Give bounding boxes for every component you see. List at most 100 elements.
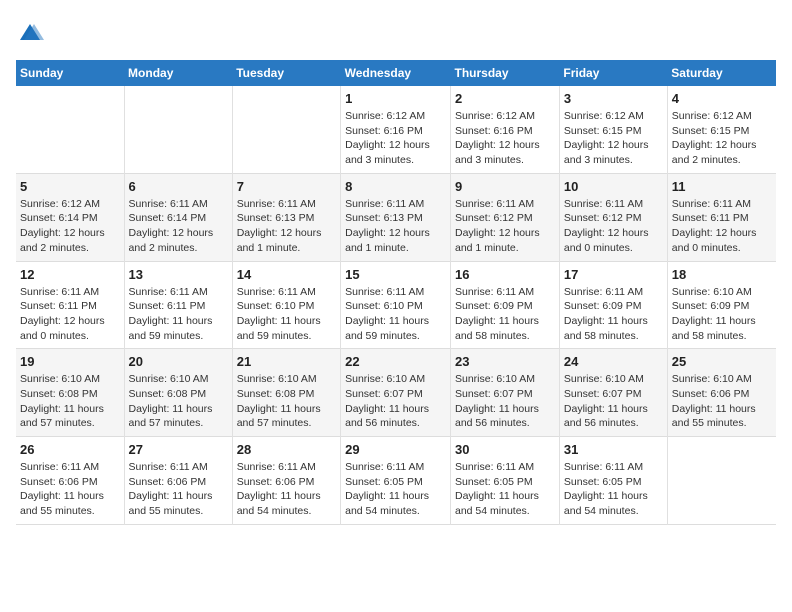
day-number: 31	[564, 442, 663, 457]
day-number: 9	[455, 179, 555, 194]
day-number: 7	[237, 179, 336, 194]
day-info: Sunrise: 6:11 AM Sunset: 6:13 PM Dayligh…	[345, 197, 446, 256]
day-info: Sunrise: 6:10 AM Sunset: 6:09 PM Dayligh…	[672, 285, 772, 344]
day-info: Sunrise: 6:11 AM Sunset: 6:05 PM Dayligh…	[455, 460, 555, 519]
calendar-cell: 8 Sunrise: 6:11 AM Sunset: 6:13 PM Daylig…	[341, 173, 451, 261]
calendar-cell: 4Sunrise: 6:12 AM Sunset: 6:15 PM Daylig…	[667, 86, 776, 173]
calendar-week-row: 5 Sunrise: 6:12 AM Sunset: 6:14 PM Daylig…	[16, 173, 776, 261]
day-info: Sunrise: 6:10 AM Sunset: 6:07 PM Dayligh…	[564, 372, 663, 431]
calendar-cell: 7 Sunrise: 6:11 AM Sunset: 6:13 PM Daylig…	[232, 173, 340, 261]
day-info: Sunrise: 6:11 AM Sunset: 6:09 PM Dayligh…	[564, 285, 663, 344]
day-number: 24	[564, 354, 663, 369]
calendar-cell: 2Sunrise: 6:12 AM Sunset: 6:16 PM Daylig…	[451, 86, 560, 173]
day-number: 3	[564, 91, 663, 106]
day-info: Sunrise: 6:11 AM Sunset: 6:12 PM Dayligh…	[564, 197, 663, 256]
day-number: 8	[345, 179, 446, 194]
calendar-cell: 3 Sunrise: 6:12 AM Sunset: 6:15 PM Daylig…	[559, 86, 667, 173]
day-info: Sunrise: 6:10 AM Sunset: 6:08 PM Dayligh…	[129, 372, 228, 431]
calendar-cell: 19 Sunrise: 6:10 AM Sunset: 6:08 PM Dayli…	[16, 349, 124, 437]
calendar-cell	[667, 437, 776, 525]
logo-icon	[16, 20, 44, 48]
day-number: 19	[20, 354, 120, 369]
calendar-cell: 12Sunrise: 6:11 AM Sunset: 6:11 PM Dayli…	[16, 261, 124, 349]
day-info: Sunrise: 6:12 AM Sunset: 6:15 PM Dayligh…	[564, 109, 663, 168]
calendar-cell: 20 Sunrise: 6:10 AM Sunset: 6:08 PM Dayli…	[124, 349, 232, 437]
calendar-cell: 6 Sunrise: 6:11 AM Sunset: 6:14 PM Daylig…	[124, 173, 232, 261]
day-number: 14	[237, 267, 336, 282]
day-number: 28	[237, 442, 336, 457]
calendar-cell: 11 Sunrise: 6:11 AM Sunset: 6:11 PM Dayli…	[667, 173, 776, 261]
calendar-cell	[232, 86, 340, 173]
day-info: Sunrise: 6:11 AM Sunset: 6:12 PM Dayligh…	[455, 197, 555, 256]
calendar-cell: 24 Sunrise: 6:10 AM Sunset: 6:07 PM Dayli…	[559, 349, 667, 437]
day-info: Sunrise: 6:10 AM Sunset: 6:07 PM Dayligh…	[455, 372, 555, 431]
day-info: Sunrise: 6:12 AM Sunset: 6:15 PM Dayligh…	[672, 109, 772, 168]
calendar-week-row: 1 Sunrise: 6:12 AM Sunset: 6:16 PM Daylig…	[16, 86, 776, 173]
day-number: 12	[20, 267, 120, 282]
calendar-week-row: 12 Sunrise: 6:11 AM Sunset: 6:11 PM Dayli…	[16, 261, 776, 349]
day-info: Sunrise: 6:11 AM Sunset: 6:09 PM Dayligh…	[455, 285, 555, 344]
day-of-week-header: Saturday	[667, 60, 776, 86]
calendar-cell: 21Sunrise: 6:10 AM Sunset: 6:08 PM Dayli…	[232, 349, 340, 437]
day-info: Sunrise: 6:11 AM Sunset: 6:06 PM Dayligh…	[129, 460, 228, 519]
day-number: 16	[455, 267, 555, 282]
day-info: Sunrise: 6:12 AM Sunset: 6:16 PM Dayligh…	[345, 109, 446, 168]
day-info: Sunrise: 6:11 AM Sunset: 6:06 PM Dayligh…	[20, 460, 120, 519]
day-number: 21	[237, 354, 336, 369]
day-of-week-header: Thursday	[451, 60, 560, 86]
day-info: Sunrise: 6:10 AM Sunset: 6:08 PM Dayligh…	[20, 372, 120, 431]
day-number: 29	[345, 442, 446, 457]
calendar-cell: 26 Sunrise: 6:11 AM Sunset: 6:06 PM Dayli…	[16, 437, 124, 525]
day-info: Sunrise: 6:12 AM Sunset: 6:14 PM Dayligh…	[20, 197, 120, 256]
day-number: 13	[129, 267, 228, 282]
day-number: 22	[345, 354, 446, 369]
calendar-cell: 22 Sunrise: 6:10 AM Sunset: 6:07 PM Dayli…	[341, 349, 451, 437]
calendar-cell: 17 Sunrise: 6:11 AM Sunset: 6:09 PM Dayli…	[559, 261, 667, 349]
day-number: 25	[672, 354, 772, 369]
day-number: 18	[672, 267, 772, 282]
day-info: Sunrise: 6:11 AM Sunset: 6:11 PM Dayligh…	[672, 197, 772, 256]
day-of-week-header: Wednesday	[341, 60, 451, 86]
calendar-cell: 27 Sunrise: 6:11 AM Sunset: 6:06 PM Dayli…	[124, 437, 232, 525]
day-info: Sunrise: 6:11 AM Sunset: 6:14 PM Dayligh…	[129, 197, 228, 256]
day-info: Sunrise: 6:11 AM Sunset: 6:06 PM Dayligh…	[237, 460, 336, 519]
day-info: Sunrise: 6:11 AM Sunset: 6:10 PM Dayligh…	[345, 285, 446, 344]
day-info: Sunrise: 6:11 AM Sunset: 6:13 PM Dayligh…	[237, 197, 336, 256]
day-number: 15	[345, 267, 446, 282]
day-number: 20	[129, 354, 228, 369]
day-number: 30	[455, 442, 555, 457]
logo	[16, 16, 48, 48]
calendar-cell	[16, 86, 124, 173]
calendar-cell: 9 Sunrise: 6:11 AM Sunset: 6:12 PM Daylig…	[451, 173, 560, 261]
page-header	[16, 16, 776, 48]
calendar-cell: 29 Sunrise: 6:11 AM Sunset: 6:05 PM Dayli…	[341, 437, 451, 525]
day-number: 2	[455, 91, 555, 106]
day-of-week-header: Monday	[124, 60, 232, 86]
day-of-week-header: Sunday	[16, 60, 124, 86]
calendar-cell: 14 Sunrise: 6:11 AM Sunset: 6:10 PM Dayli…	[232, 261, 340, 349]
day-info: Sunrise: 6:11 AM Sunset: 6:10 PM Dayligh…	[237, 285, 336, 344]
calendar-cell: 16 Sunrise: 6:11 AM Sunset: 6:09 PM Dayli…	[451, 261, 560, 349]
day-info: Sunrise: 6:10 AM Sunset: 6:07 PM Dayligh…	[345, 372, 446, 431]
day-number: 10	[564, 179, 663, 194]
day-number: 26	[20, 442, 120, 457]
calendar-cell: 25Sunrise: 6:10 AM Sunset: 6:06 PM Dayli…	[667, 349, 776, 437]
day-number: 6	[129, 179, 228, 194]
day-number: 5	[20, 179, 120, 194]
day-number: 27	[129, 442, 228, 457]
calendar-cell: 5 Sunrise: 6:12 AM Sunset: 6:14 PM Daylig…	[16, 173, 124, 261]
calendar-body: 1 Sunrise: 6:12 AM Sunset: 6:16 PM Daylig…	[16, 86, 776, 524]
calendar-cell: 30 Sunrise: 6:11 AM Sunset: 6:05 PM Dayli…	[451, 437, 560, 525]
day-info: Sunrise: 6:11 AM Sunset: 6:05 PM Dayligh…	[345, 460, 446, 519]
calendar-table: SundayMondayTuesdayWednesdayThursdayFrid…	[16, 60, 776, 525]
day-number: 17	[564, 267, 663, 282]
day-number: 11	[672, 179, 772, 194]
calendar-cell: 15 Sunrise: 6:11 AM Sunset: 6:10 PM Dayli…	[341, 261, 451, 349]
day-of-week-header: Tuesday	[232, 60, 340, 86]
day-info: Sunrise: 6:11 AM Sunset: 6:05 PM Dayligh…	[564, 460, 663, 519]
day-info: Sunrise: 6:11 AM Sunset: 6:11 PM Dayligh…	[129, 285, 228, 344]
day-number: 1	[345, 91, 446, 106]
calendar-cell: 13 Sunrise: 6:11 AM Sunset: 6:11 PM Dayli…	[124, 261, 232, 349]
calendar-cell: 1 Sunrise: 6:12 AM Sunset: 6:16 PM Daylig…	[341, 86, 451, 173]
day-number: 23	[455, 354, 555, 369]
